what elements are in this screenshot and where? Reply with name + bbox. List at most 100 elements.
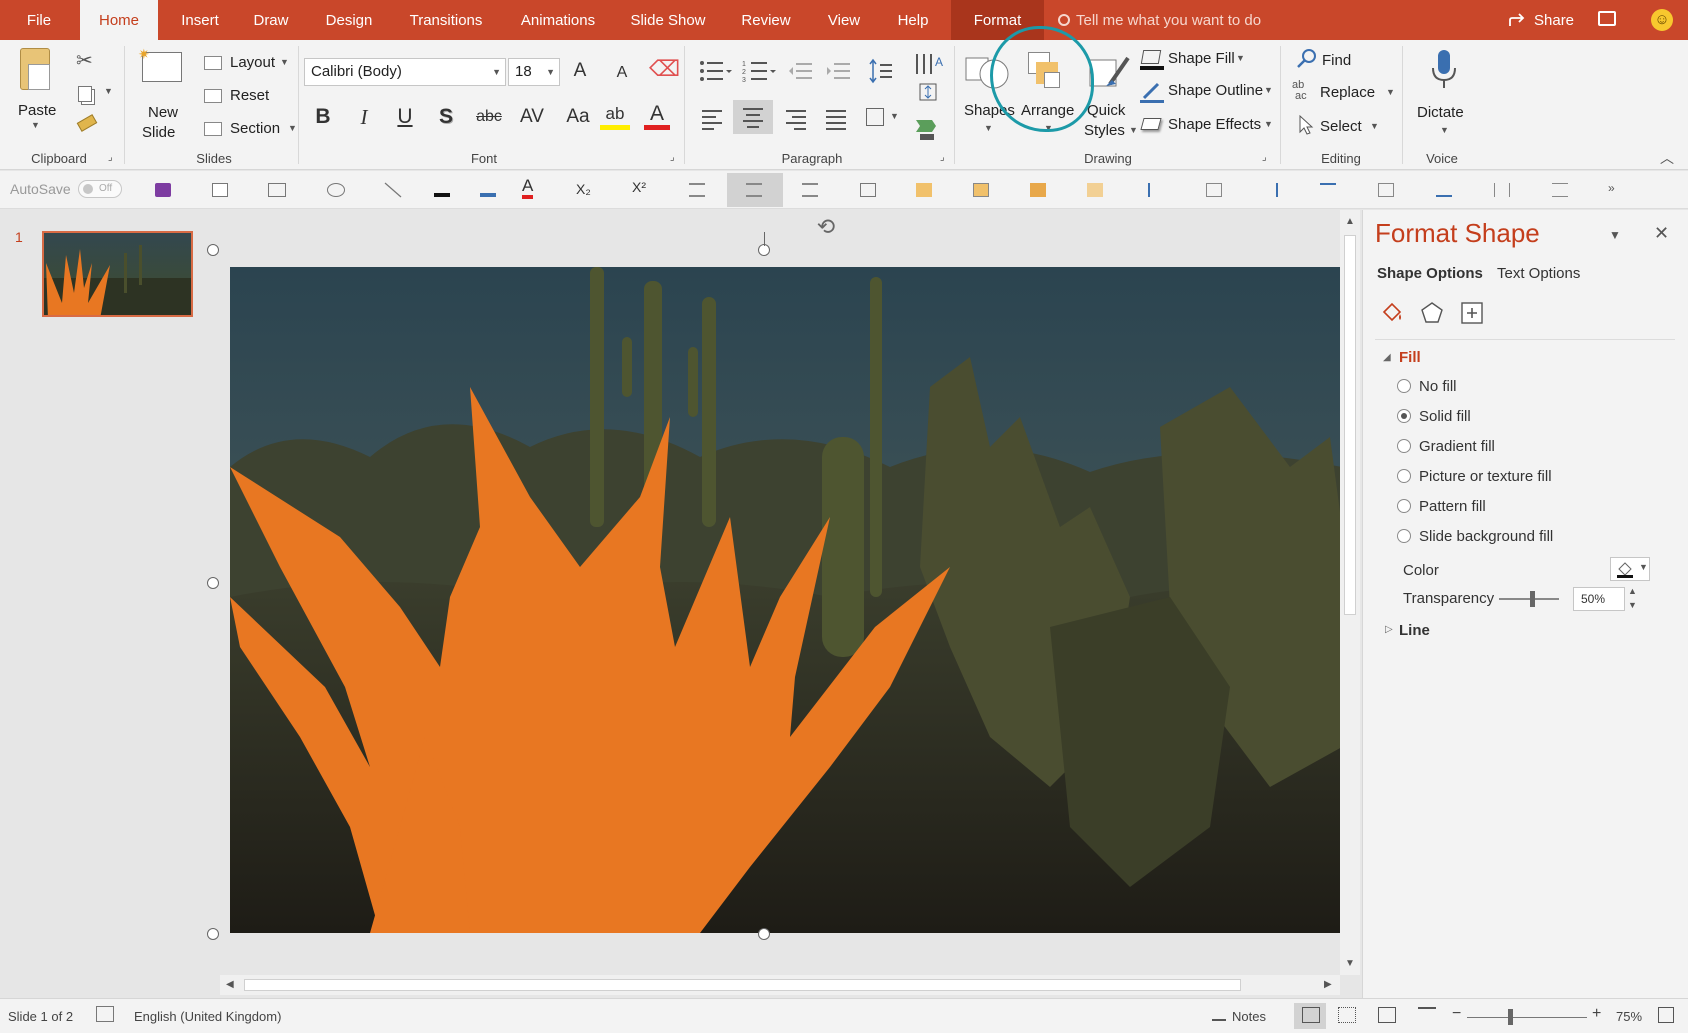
line-icon[interactable] — [383, 181, 403, 199]
decrease-indent-icon[interactable] — [788, 60, 814, 82]
fill-option-no-fill[interactable]: No fill — [1397, 378, 1457, 395]
tab-shape-options[interactable]: Shape Options — [1377, 265, 1483, 282]
qat-align-right-icon[interactable] — [802, 183, 818, 197]
tab-design[interactable]: Design — [316, 0, 382, 40]
font-name-dropdown-icon[interactable]: ▼ — [492, 59, 501, 85]
fill-collapse-icon[interactable]: ◢ — [1383, 352, 1391, 363]
bring-to-front-icon[interactable] — [1030, 183, 1046, 197]
send-backward-icon[interactable] — [973, 183, 989, 197]
underline-button[interactable]: U — [390, 102, 420, 132]
tab-review[interactable]: Review — [732, 0, 800, 40]
size-properties-icon[interactable] — [1459, 300, 1485, 326]
clipboard-launcher-icon[interactable]: ⌟ — [108, 152, 113, 163]
resize-handle-middle-left[interactable] — [207, 577, 219, 589]
select-button[interactable]: Select ▼ — [1296, 114, 1396, 140]
fill-section-header[interactable]: Fill — [1399, 349, 1421, 366]
outline-color-icon[interactable] — [480, 183, 496, 197]
qat-align-center-icon[interactable] — [746, 183, 762, 197]
autosave-toggle[interactable]: Off — [78, 180, 122, 198]
transparency-input[interactable]: 50% — [1573, 587, 1625, 611]
fill-color-picker[interactable]: ▼ — [1610, 557, 1650, 581]
smartart-icon[interactable] — [914, 116, 948, 142]
collapse-ribbon-icon[interactable]: ︿ — [1660, 148, 1674, 168]
align-center-objects-icon[interactable] — [1206, 183, 1222, 197]
more-tools-icon[interactable]: » — [1608, 181, 1615, 195]
vertical-scroll-thumb[interactable] — [1344, 235, 1356, 615]
reading-view-icon[interactable] — [1378, 1007, 1396, 1023]
send-to-back-icon[interactable] — [1087, 183, 1103, 197]
columns-icon[interactable]: A — [914, 50, 948, 76]
align-left-objects-icon[interactable] — [1148, 183, 1164, 197]
align-left-button[interactable] — [698, 106, 726, 132]
slide-thumbnail[interactable] — [42, 231, 193, 317]
horizontal-scrollbar[interactable]: ◀ ▶ — [220, 975, 1340, 995]
pane-options-dropdown-icon[interactable]: ▼ — [1609, 228, 1621, 242]
drawing-launcher-icon[interactable]: ⌟ — [1262, 152, 1267, 163]
bold-button[interactable]: B — [308, 102, 338, 132]
align-center-button[interactable] — [733, 100, 773, 134]
shape-effects-button[interactable]: Shape Effects ▼ — [1140, 114, 1280, 140]
rectangle-icon[interactable] — [268, 183, 286, 197]
fill-option-picture-fill[interactable]: Picture or texture fill — [1397, 468, 1552, 485]
fill-line-icon[interactable] — [1379, 300, 1405, 326]
find-button[interactable]: Find — [1296, 48, 1376, 74]
transparency-spin-down-icon[interactable]: ▼ — [1628, 600, 1637, 610]
notes-button[interactable]: Notes — [1232, 1009, 1266, 1024]
tab-home[interactable]: Home — [80, 0, 158, 40]
oval-icon[interactable] — [327, 183, 345, 197]
tab-file[interactable]: File — [14, 0, 64, 40]
qat-align-left-icon[interactable] — [689, 183, 705, 197]
line-section-header[interactable]: Line — [1399, 622, 1430, 639]
tab-insert[interactable]: Insert — [170, 0, 230, 40]
align-right-objects-icon[interactable] — [1262, 183, 1278, 197]
resize-handle-bottom-left[interactable] — [207, 928, 219, 940]
qat-text-direction-icon[interactable] — [860, 183, 876, 197]
new-slide-button[interactable]: ✷ New Slide — [136, 46, 192, 141]
tab-draw[interactable]: Draw — [245, 0, 297, 40]
shadow-button[interactable]: S — [431, 102, 461, 132]
resize-handle-bottom-center[interactable] — [758, 928, 770, 940]
radio-gradient-fill[interactable] — [1397, 439, 1411, 453]
radio-solid-fill[interactable] — [1397, 409, 1411, 423]
fill-option-gradient-fill[interactable]: Gradient fill — [1397, 438, 1495, 455]
slide-canvas[interactable] — [230, 267, 1342, 933]
font-size-box[interactable]: 18 ▼ — [508, 58, 560, 86]
align-top-icon[interactable] — [1320, 183, 1336, 197]
transparency-slider-knob[interactable] — [1530, 591, 1535, 607]
scroll-down-icon[interactable]: ▼ — [1345, 958, 1355, 969]
change-case-button[interactable]: Aa — [561, 102, 595, 132]
grow-font-button[interactable]: A — [565, 56, 595, 86]
zoom-out-icon[interactable]: − — [1452, 1005, 1461, 1023]
bullets-icon[interactable] — [698, 58, 732, 84]
scroll-right-icon[interactable]: ▶ — [1324, 979, 1332, 990]
tab-animations[interactable]: Animations — [510, 0, 606, 40]
cut-icon[interactable]: ✂ — [76, 48, 93, 73]
paste-dropdown-icon[interactable]: ▼ — [31, 120, 40, 130]
tab-text-options[interactable]: Text Options — [1497, 265, 1580, 282]
zoom-slider-track[interactable] — [1467, 1017, 1587, 1018]
radio-picture-fill[interactable] — [1397, 469, 1411, 483]
section-button[interactable]: Section ▼ — [204, 118, 298, 142]
distribute-vertical-icon[interactable] — [1552, 183, 1568, 197]
shrink-font-button[interactable]: A — [607, 58, 637, 88]
comments-icon[interactable] — [1598, 11, 1616, 26]
horizontal-scroll-thumb[interactable] — [244, 979, 1241, 991]
superscript-button[interactable]: X² — [632, 179, 646, 195]
slide-sorter-icon[interactable] — [1338, 1007, 1356, 1023]
text-color-icon[interactable]: A — [522, 177, 534, 199]
justify-button[interactable] — [822, 106, 850, 132]
feedback-smiley-icon[interactable]: ☺ — [1651, 9, 1673, 31]
quick-styles-button[interactable]: Quick Styles ▼ — [1084, 46, 1144, 146]
reset-button[interactable]: Reset — [204, 85, 294, 109]
character-spacing-button[interactable]: AV — [514, 102, 550, 132]
spell-check-icon[interactable] — [96, 1006, 114, 1022]
clear-formatting-icon[interactable]: ⌫ — [649, 54, 680, 84]
subscript-button[interactable]: X₂ — [576, 181, 591, 197]
tell-me-search[interactable]: Tell me what you want to do — [1058, 12, 1261, 29]
numbering-icon[interactable]: 123 — [742, 58, 776, 84]
line-spacing-icon[interactable] — [868, 58, 902, 84]
slide-show-icon[interactable] — [1418, 1007, 1436, 1021]
fill-color-icon[interactable] — [434, 183, 450, 197]
increase-indent-icon[interactable] — [826, 60, 852, 82]
layout-button[interactable]: Layout ▼ — [204, 52, 294, 76]
